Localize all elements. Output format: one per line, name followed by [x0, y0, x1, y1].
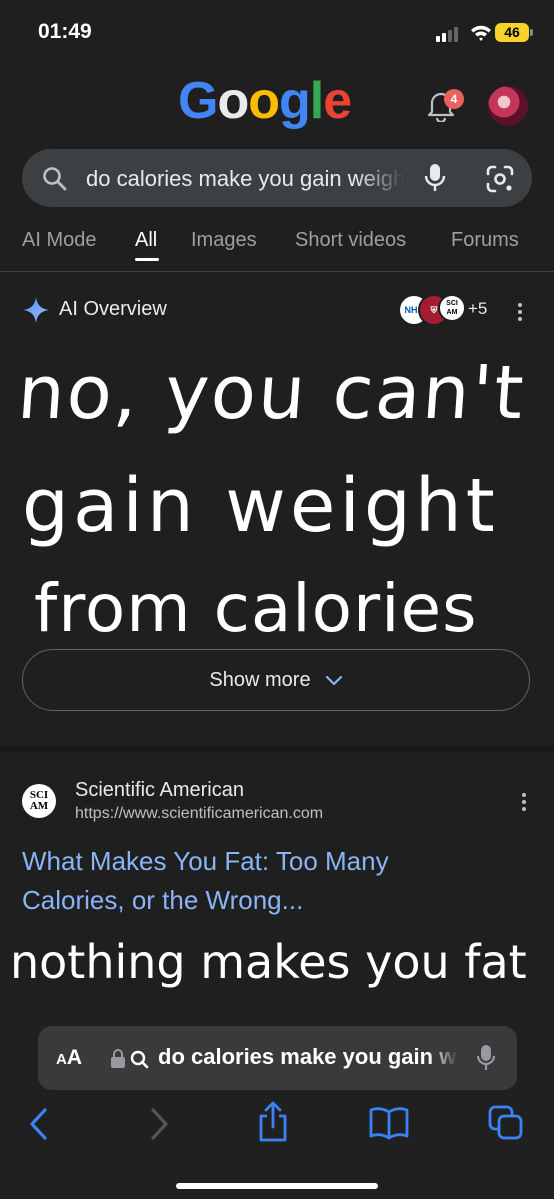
forward-icon[interactable] — [146, 1104, 172, 1144]
tabs-divider — [0, 271, 554, 272]
ai-sparkle-icon — [23, 297, 49, 323]
result-more-icon[interactable] — [522, 793, 526, 814]
address-mic-icon[interactable] — [476, 1044, 496, 1072]
google-doodle-logo[interactable]: Google — [178, 70, 352, 132]
show-more-button[interactable]: Show more — [22, 649, 530, 711]
handwritten-line-2: gain weight — [22, 463, 499, 549]
section-divider — [0, 746, 554, 752]
back-icon[interactable] — [26, 1104, 52, 1144]
result-url[interactable]: https://www.scientificamerican.com — [75, 805, 323, 823]
active-tab-indicator — [135, 258, 159, 261]
text-size-button[interactable]: AA — [56, 1046, 82, 1070]
wifi-icon — [471, 25, 491, 41]
notification-badge: 4 — [444, 89, 464, 109]
tab-forums[interactable]: Forums — [451, 229, 519, 252]
more-sources-count[interactable]: +5 — [468, 299, 487, 319]
search-input[interactable]: do calories make you gain weight — [86, 166, 404, 192]
handwritten-line-1: no, you can't — [14, 350, 529, 436]
battery-level: 46 — [495, 23, 529, 42]
search-icon — [43, 167, 67, 191]
site-favicon: SCI AM — [22, 784, 56, 818]
voice-search-mic-icon[interactable] — [424, 163, 446, 193]
tab-images[interactable]: Images — [191, 229, 257, 252]
source-sciam-icon: SCI AM — [438, 294, 466, 322]
chevron-down-icon — [325, 675, 342, 686]
tab-all[interactable]: All — [135, 229, 157, 252]
ai-overview-title: AI Overview — [59, 298, 167, 320]
show-more-label: Show more — [209, 668, 311, 691]
tab-ai-mode[interactable]: AI Mode — [22, 229, 96, 252]
source-icons[interactable]: NHS ⛨ SCI AM — [398, 294, 468, 326]
bookmarks-icon[interactable] — [369, 1106, 409, 1140]
result-title-link[interactable]: What Makes You Fat: Too Many Calories, o… — [22, 842, 492, 920]
tab-short-videos[interactable]: Short videos — [295, 229, 406, 252]
share-icon[interactable] — [256, 1100, 290, 1144]
home-indicator — [176, 1183, 378, 1189]
account-avatar[interactable] — [488, 86, 528, 126]
cellular-signal-icon — [436, 26, 462, 42]
lock-icon — [111, 1049, 149, 1069]
status-time: 01:49 — [38, 20, 92, 43]
handwritten-note: nothing makes you fat — [10, 935, 527, 989]
address-bar-text[interactable]: do calories make you gain weight — [158, 1044, 458, 1070]
handwritten-line-3: from calories — [34, 570, 478, 647]
ai-overview-more-icon[interactable] — [518, 303, 522, 324]
battery-tip — [530, 29, 533, 36]
tabs-icon[interactable] — [488, 1105, 524, 1141]
result-site-name[interactable]: Scientific American — [75, 779, 244, 802]
google-lens-icon[interactable] — [485, 164, 515, 194]
